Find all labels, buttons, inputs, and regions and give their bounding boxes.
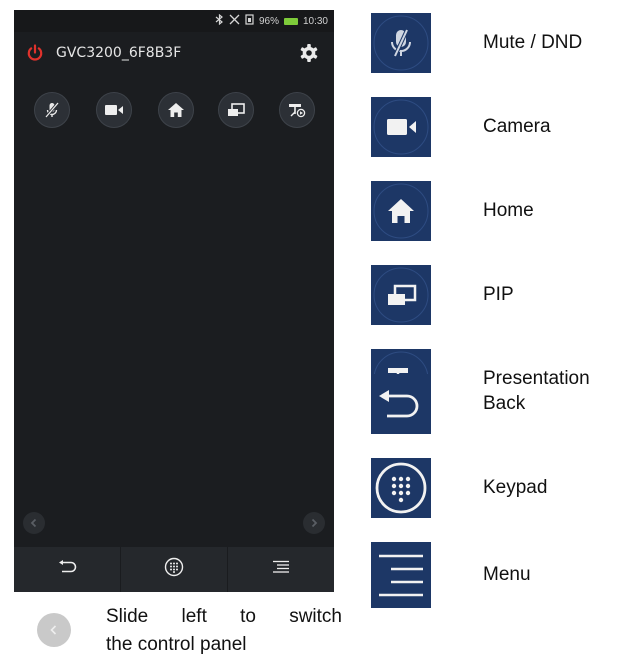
legend-label: PIP: [483, 284, 514, 305]
legend-item-mute: Mute / DND: [371, 13, 629, 73]
legend-label: Home: [483, 200, 534, 221]
back-icon: [56, 560, 78, 579]
presentation-icon[interactable]: [279, 92, 315, 128]
status-bar: 96% 10:30: [14, 10, 334, 32]
slide-hint-line-2: the control panel: [106, 634, 247, 655]
legend-item-back: Back: [371, 374, 629, 434]
legend-item-home: Home: [371, 181, 629, 241]
keypad-icon: [164, 557, 184, 582]
back-button[interactable]: [14, 547, 121, 592]
legend-item-camera: Camera: [371, 97, 629, 157]
menu-icon: [272, 560, 290, 579]
chevron-left-icon[interactable]: [23, 512, 45, 534]
no-signal-icon: [229, 14, 240, 28]
power-icon[interactable]: [24, 42, 46, 64]
control-buttons-row: [14, 92, 334, 130]
phone-screen: 96% 10:30 GVC3200_6F8B3F: [14, 10, 334, 592]
legend-label: Back: [483, 393, 526, 414]
legend-item-keypad: Keypad: [371, 458, 629, 518]
sim-icon: [245, 14, 254, 28]
clock: 10:30: [302, 15, 328, 27]
bottom-nav-bar: [14, 547, 334, 592]
camera-icon: [371, 97, 431, 157]
settings-gear-icon[interactable]: [298, 42, 320, 64]
home-icon: [371, 181, 431, 241]
slide-hint-line-1: Slide left to switch: [106, 606, 342, 627]
back-icon: [371, 374, 431, 434]
mute-mic-icon[interactable]: [34, 92, 70, 128]
bluetooth-icon: [215, 13, 224, 28]
slide-hint-text: Slide left to switch the control panel: [106, 603, 342, 659]
keypad-button[interactable]: [121, 547, 228, 592]
mute-mic-icon: [371, 13, 431, 73]
pip-icon: [371, 265, 431, 325]
battery-percent: 96%: [258, 15, 279, 27]
keypad-icon: [371, 458, 431, 518]
device-header: GVC3200_6F8B3F: [14, 32, 334, 74]
legend-label: Camera: [483, 116, 551, 137]
camera-icon[interactable]: [96, 92, 132, 128]
legend-item-menu: Menu: [371, 542, 629, 608]
menu-button[interactable]: [228, 547, 334, 592]
legend-label: Menu: [483, 564, 531, 585]
chevron-right-icon[interactable]: [303, 512, 325, 534]
home-icon[interactable]: [158, 92, 194, 128]
legend-label: Keypad: [483, 477, 548, 498]
battery-icon: [283, 17, 298, 25]
pip-icon[interactable]: [218, 92, 254, 128]
menu-icon: [371, 542, 431, 608]
slide-left-chevron-icon: [37, 613, 71, 647]
device-name: GVC3200_6F8B3F: [56, 45, 182, 61]
legend-item-pip: PIP: [371, 265, 629, 325]
legend-label: Mute / DND: [483, 32, 583, 53]
